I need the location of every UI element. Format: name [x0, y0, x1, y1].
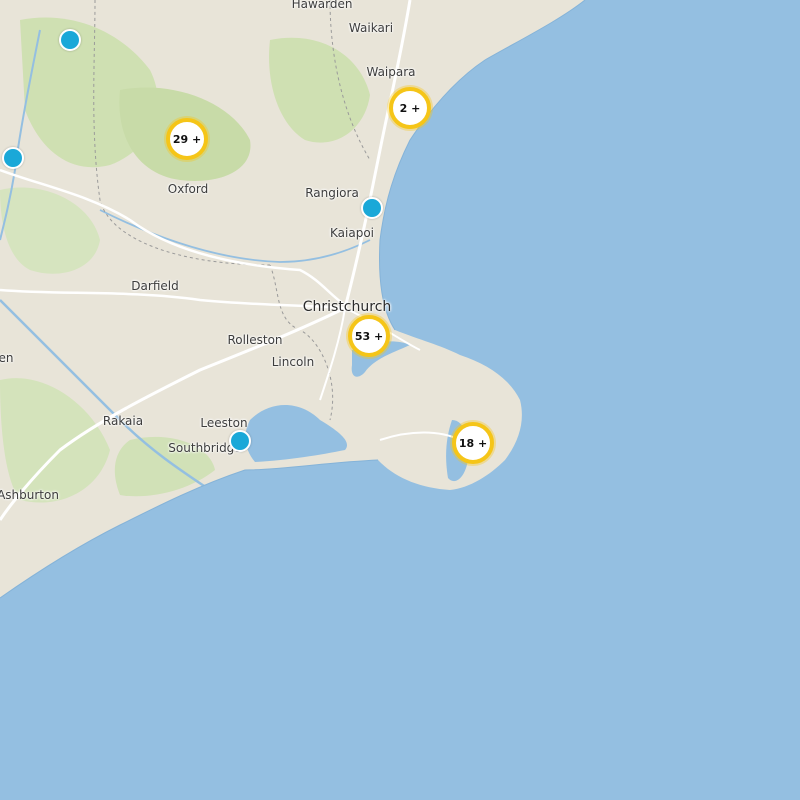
place-label-ashburton: Ashburton	[0, 488, 59, 502]
place-label-rakaia: Rakaia	[102, 414, 144, 428]
map-marker-pin[interactable]	[229, 430, 251, 452]
place-label-christchurch: Christchurch	[302, 299, 392, 315]
cluster-marker[interactable]: 29 +	[166, 118, 208, 160]
map-canvas[interactable]: Hawarden Waikari Waipara Oxford Rangiora…	[0, 0, 800, 800]
place-label-waikari: Waikari	[348, 21, 394, 35]
place-label-rangiora: Rangiora	[305, 186, 359, 200]
cluster-marker[interactable]: 18 +	[452, 422, 494, 464]
place-label-partial: en	[0, 351, 14, 365]
place-label-lincoln: Lincoln	[271, 355, 315, 369]
map-marker-pin[interactable]	[2, 147, 24, 169]
map-marker-pin[interactable]	[59, 29, 81, 51]
map-marker-pin[interactable]	[361, 197, 383, 219]
place-label-darfield: Darfield	[131, 279, 179, 293]
cluster-marker[interactable]: 53 +	[348, 315, 390, 357]
place-label-hawarden: Hawarden	[291, 0, 353, 11]
cluster-marker[interactable]: 2 +	[389, 87, 431, 129]
place-label-leeston: Leeston	[200, 416, 248, 430]
place-label-oxford: Oxford	[167, 182, 209, 196]
place-label-kaiapoi: Kaiapoi	[330, 226, 374, 240]
place-label-rolleston: Rolleston	[227, 333, 283, 347]
place-label-waipara: Waipara	[366, 65, 416, 79]
